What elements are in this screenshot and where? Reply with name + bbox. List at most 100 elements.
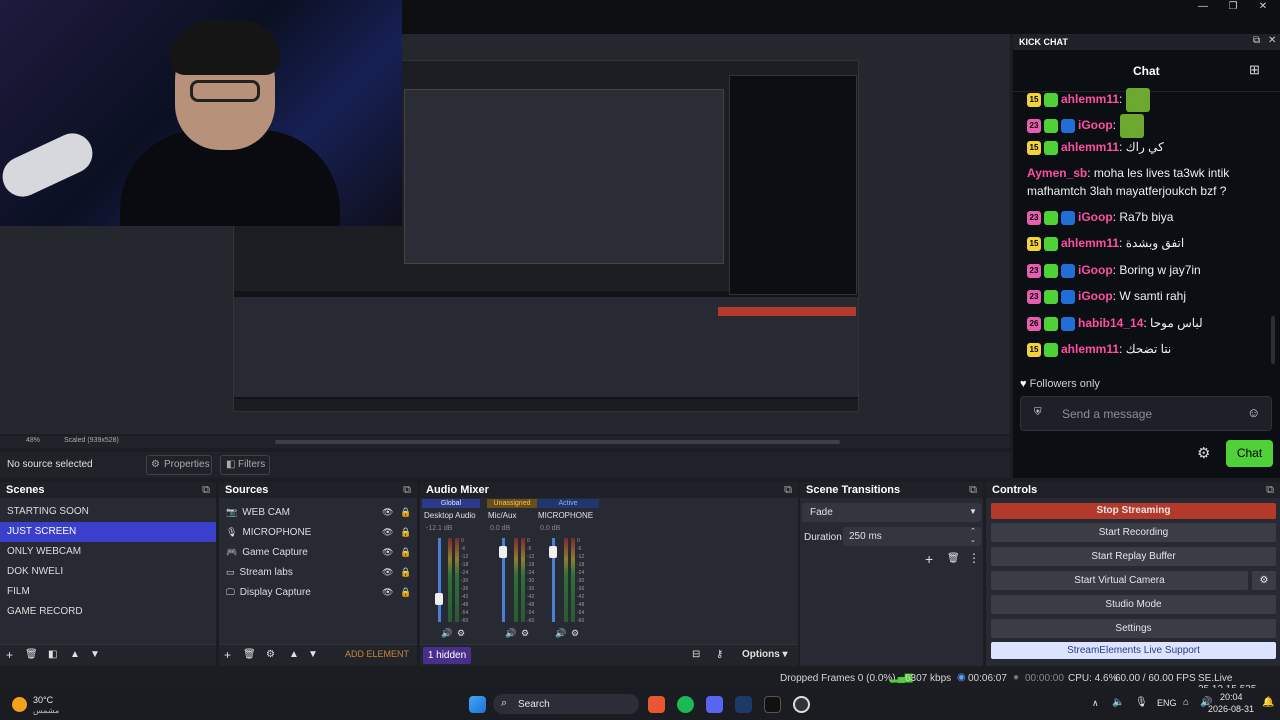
mixer-options-button[interactable]: Options ▾ xyxy=(742,649,788,660)
source-item[interactable]: ▭ Stream labs 👁 🔒 xyxy=(219,562,417,582)
chat-username[interactable]: habib14_14 xyxy=(1078,316,1143,330)
chat-username[interactable]: Aymen_sb xyxy=(1027,166,1087,180)
close-icon[interactable]: ✕ xyxy=(1268,35,1276,46)
chat-settings-icon[interactable]: ⚙ xyxy=(1197,444,1210,462)
properties-button[interactable]: ⚙ Properties xyxy=(146,455,212,475)
chat-send-button[interactable]: Chat xyxy=(1226,440,1273,467)
scene-item[interactable]: DOK NWELI xyxy=(0,562,216,582)
lock-icon[interactable]: 🔒 xyxy=(400,502,411,522)
float-icon[interactable]: ⧉ xyxy=(1253,35,1260,46)
chevron-up-icon[interactable]: ∧ xyxy=(1092,698,1099,709)
virtual-camera-settings-icon[interactable]: ⚙ xyxy=(1252,571,1276,590)
channel-settings-icon[interactable]: ⚙ xyxy=(521,628,529,639)
scene-item[interactable]: FILM xyxy=(0,582,216,602)
scene-item[interactable]: ONLY WEBCAM xyxy=(0,542,216,562)
chat-username[interactable]: iGoop xyxy=(1078,263,1113,277)
weather-temp[interactable]: 30°C xyxy=(33,695,53,705)
mixer-channel-name[interactable]: MICROPHONE xyxy=(538,511,593,520)
clock-time[interactable]: 20:04 xyxy=(1220,692,1243,702)
down-icon[interactable]: ▼ xyxy=(308,649,318,660)
clock-date[interactable]: 2026-08-31 xyxy=(1208,704,1254,714)
eye-icon[interactable]: 👁 xyxy=(382,542,393,562)
add-transition-icon[interactable]: + xyxy=(925,551,933,567)
scene-item[interactable]: STARTING SOON xyxy=(0,502,216,522)
chat-username[interactable]: iGoop xyxy=(1078,289,1113,303)
zoom-level[interactable]: 48% xyxy=(26,437,40,444)
obs-icon[interactable] xyxy=(793,696,810,713)
lock-icon[interactable]: 🔒 xyxy=(400,542,411,562)
eye-icon[interactable]: 👁 xyxy=(382,582,393,602)
preview-scrollbar[interactable] xyxy=(275,440,840,444)
eye-icon[interactable]: 👁 xyxy=(382,522,393,542)
trash-icon[interactable]: 🗑 xyxy=(243,649,256,660)
hidden-badge[interactable]: 1 hidden xyxy=(423,647,471,664)
network-icon[interactable]: ⌂ xyxy=(1183,697,1189,708)
channel-settings-icon[interactable]: ⚙ xyxy=(571,628,579,639)
mute-icon[interactable]: 🔊 xyxy=(555,628,566,639)
advanced-audio-icon[interactable]: ⚷ xyxy=(716,649,723,660)
transition-select[interactable]: Fade ▼ xyxy=(802,503,981,522)
mixer-channel-name[interactable]: Mic/Aux xyxy=(488,511,516,520)
steam-icon[interactable] xyxy=(735,696,752,713)
windows-start-icon[interactable] xyxy=(469,696,486,713)
chat-username[interactable]: ahlemm11 xyxy=(1061,140,1119,154)
restore-button[interactable]: ❐ xyxy=(1218,0,1248,14)
more-icon[interactable]: ⋮ xyxy=(968,551,980,565)
mute-icon[interactable]: 🔊 xyxy=(441,628,452,639)
chat-username[interactable]: iGoop xyxy=(1078,210,1113,224)
discord-icon[interactable] xyxy=(706,696,723,713)
chat-username[interactable]: ahlemm11 xyxy=(1061,92,1119,106)
eye-icon[interactable]: 👁 xyxy=(382,562,393,582)
volume-fader-track[interactable] xyxy=(438,538,441,622)
volume-fader-knob[interactable] xyxy=(435,592,443,605)
source-item[interactable]: 🖵 Display Capture 👁 🔒 xyxy=(219,582,417,602)
filters-button[interactable]: ◧ Filters xyxy=(220,455,270,475)
chat-username[interactable]: ahlemm11 xyxy=(1061,236,1119,250)
filter-icon[interactable]: ◧ xyxy=(48,649,57,660)
volume-fader-knob[interactable] xyxy=(549,546,557,559)
lock-icon[interactable]: 🔒 xyxy=(400,582,411,602)
volume-fader-knob[interactable] xyxy=(499,546,507,559)
up-icon[interactable]: ▲ xyxy=(70,649,80,660)
close-button[interactable]: ✕ xyxy=(1248,0,1278,14)
notification-bell-icon[interactable]: 🔔 xyxy=(1262,697,1274,708)
start-virtual-camera-button[interactable]: Start Virtual Camera xyxy=(991,571,1248,590)
up-icon[interactable]: ▲ xyxy=(289,649,299,660)
down-icon[interactable]: ▼ xyxy=(90,649,100,660)
trash-icon[interactable]: 🗑 xyxy=(947,553,960,564)
chat-username[interactable]: ahlemm11 xyxy=(1061,342,1119,356)
taskbar-search[interactable]: ⌕ Search xyxy=(493,694,639,714)
eye-icon[interactable]: 👁 xyxy=(382,502,393,522)
brave-browser-icon[interactable] xyxy=(648,696,665,713)
app-icon[interactable] xyxy=(764,696,781,713)
mixer-channel-name[interactable]: Desktop Audio xyxy=(424,511,476,520)
source-item[interactable]: 🎙 MICROPHONE 👁 🔒 xyxy=(219,522,417,542)
start-recording-button[interactable]: Start Recording xyxy=(991,523,1276,542)
channel-settings-icon[interactable]: ⚙ xyxy=(457,628,465,639)
lock-icon[interactable]: 🔒 xyxy=(400,522,411,542)
gift-icon[interactable]: ⊞ xyxy=(1249,62,1260,78)
chat-input[interactable]: ⛨ Send a message ☺ xyxy=(1020,396,1272,431)
stop-streaming-button[interactable]: Stop Streaming xyxy=(991,503,1276,519)
gear-icon[interactable]: ⚙ xyxy=(266,649,275,660)
layout-icon[interactable]: ⊟ xyxy=(692,649,700,660)
scene-item[interactable]: GAME RECORD xyxy=(0,602,216,622)
speaker-icon[interactable]: 🔈 xyxy=(1112,697,1124,708)
start-replay-buffer-button[interactable]: Start Replay Buffer xyxy=(991,547,1276,566)
microphone-icon[interactable]: 🎙 xyxy=(1135,697,1148,708)
duration-input[interactable]: 250 ms ⌃ ⌄ xyxy=(843,527,981,546)
trash-icon[interactable]: 🗑 xyxy=(25,649,38,660)
add-element-button[interactable]: ADD ELEMENT xyxy=(345,649,409,659)
lock-icon[interactable]: 🔒 xyxy=(400,562,411,582)
studio-mode-button[interactable]: Studio Mode xyxy=(991,595,1276,614)
spotify-icon[interactable] xyxy=(677,696,694,713)
emoji-icon[interactable]: ☺ xyxy=(1247,405,1260,420)
streamelements-support-button[interactable]: StreamElements Live Support xyxy=(991,642,1276,659)
weather-sun-icon[interactable] xyxy=(12,697,27,712)
settings-button[interactable]: Settings xyxy=(991,619,1276,638)
language-indicator[interactable]: ENG xyxy=(1157,698,1177,708)
scene-item[interactable]: JUST SCREEN xyxy=(0,522,216,542)
chat-username[interactable]: iGoop xyxy=(1078,118,1113,132)
chat-scrollbar[interactable] xyxy=(1271,316,1275,364)
mute-icon[interactable]: 🔊 xyxy=(505,628,516,639)
